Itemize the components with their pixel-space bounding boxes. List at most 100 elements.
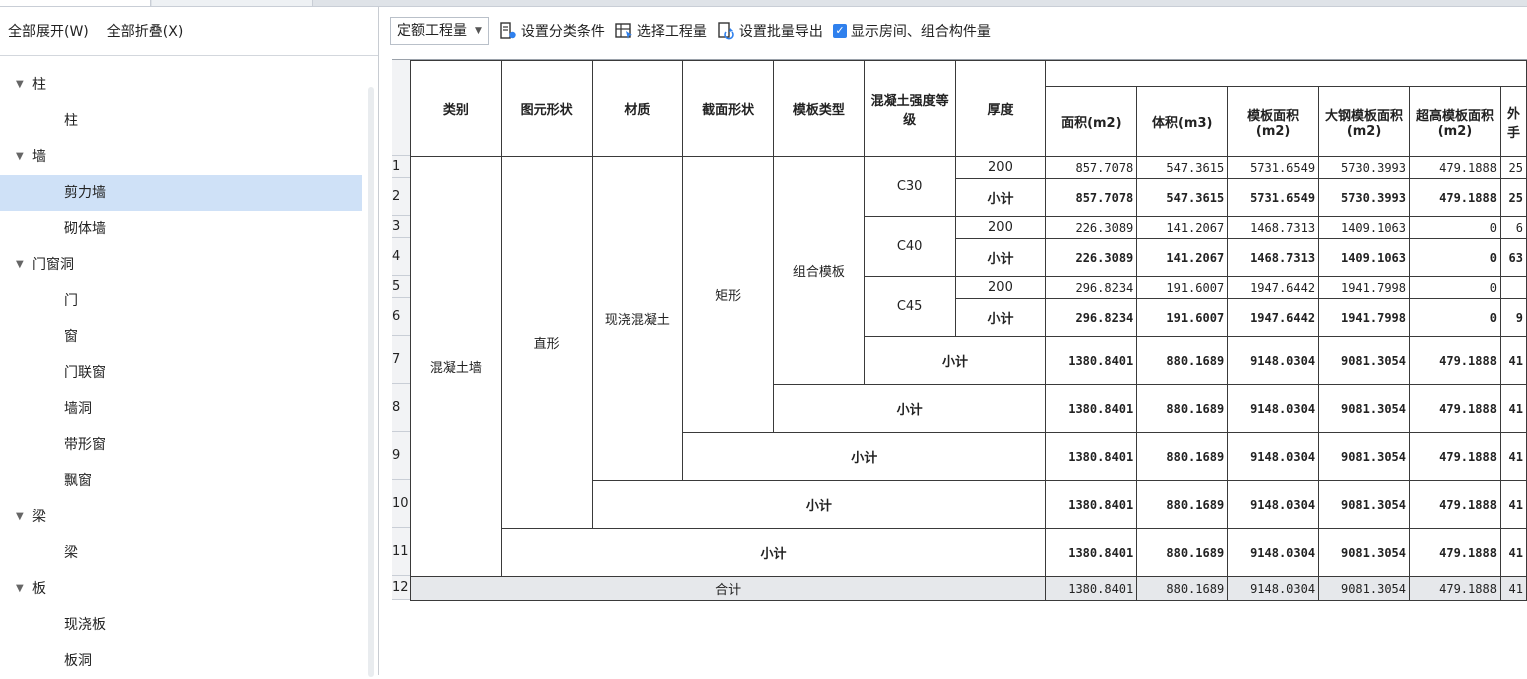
row-number[interactable]: 5 bbox=[392, 276, 411, 298]
table-cell[interactable]: 1941.7998 bbox=[1318, 276, 1411, 299]
table-row[interactable]: 混凝土墙 直形 现浇混凝土 矩形 组合模板 C30 200 857.7078 547.3615 5… bbox=[410, 156, 1527, 577]
table-cell[interactable]: 479.1888 bbox=[1409, 178, 1501, 217]
table-cell[interactable]: 9081.3054 bbox=[1318, 384, 1411, 433]
collapse-arrow-icon[interactable]: ▼ bbox=[16, 571, 24, 607]
table-cell[interactable]: 0 bbox=[1409, 298, 1501, 337]
table-cell[interactable]: 191.6007 bbox=[1136, 298, 1229, 337]
row-number[interactable]: 9 bbox=[392, 432, 411, 480]
tree-group[interactable]: ▼ 梁 bbox=[0, 499, 368, 535]
tree-item[interactable]: 剪力墙 bbox=[0, 175, 362, 211]
thickness-cell[interactable]: 200 bbox=[954, 216, 1047, 239]
table-cell[interactable]: 9148.0304 bbox=[1227, 480, 1320, 529]
tree-item[interactable]: 梁 bbox=[0, 535, 368, 571]
table-cell[interactable]: 226.3089 bbox=[1045, 216, 1138, 239]
table-cell[interactable]: 857.7078 bbox=[1045, 156, 1138, 179]
table-cell[interactable]: 857.7078 bbox=[1045, 178, 1138, 217]
subtotal-label[interactable]: 小计 bbox=[682, 432, 1047, 481]
table-cell[interactable]: 9081.3054 bbox=[1318, 576, 1411, 601]
table-cell[interactable]: 479.1888 bbox=[1409, 480, 1501, 529]
tree-item[interactable]: 墙洞 bbox=[0, 391, 368, 427]
subtotal-row[interactable]: 小计 1380.8401 880.1689 9148.0304 9081.3054 479… bbox=[411, 528, 1527, 577]
grade-cell[interactable]: C40 bbox=[863, 216, 956, 277]
column-header-section[interactable]: 截面形状 bbox=[682, 60, 774, 157]
grade-cell[interactable]: C30 bbox=[863, 156, 956, 217]
column-header-steel_form[interactable]: 大钢模板面积(m2) bbox=[1318, 86, 1411, 157]
table-cell[interactable]: 1468.7313 bbox=[1227, 216, 1320, 239]
table-cell[interactable]: 5730.3993 bbox=[1318, 156, 1411, 179]
table-cell[interactable]: 880.1689 bbox=[1136, 432, 1229, 481]
table-cell[interactable]: 9148.0304 bbox=[1227, 432, 1320, 481]
grand-total-label[interactable]: 合计 bbox=[409, 576, 1047, 601]
collapse-arrow-icon[interactable]: ▼ bbox=[16, 67, 24, 103]
table-cell[interactable]: 479.1888 bbox=[1409, 384, 1501, 433]
table-cell[interactable]: 9148.0304 bbox=[1227, 384, 1320, 433]
row-number[interactable]: 6 bbox=[392, 298, 411, 336]
table-cell[interactable]: 1468.7313 bbox=[1227, 238, 1320, 277]
subtotal-label[interactable]: 小计 bbox=[863, 336, 1047, 385]
category-cell[interactable]: 混凝土墙 bbox=[410, 156, 502, 577]
table-cell[interactable]: 41 bbox=[1499, 336, 1527, 385]
table-cell[interactable]: 479.1888 bbox=[1409, 156, 1501, 179]
thickness-cell[interactable]: 200 bbox=[954, 276, 1047, 299]
table-cell[interactable]: 25 bbox=[1499, 156, 1527, 179]
subtotal-label[interactable]: 小计 bbox=[591, 480, 1047, 529]
tree-item[interactable]: 带形窗 bbox=[0, 427, 368, 463]
table-cell[interactable]: 479.1888 bbox=[1409, 528, 1501, 577]
table-cell[interactable]: 5730.3993 bbox=[1318, 178, 1411, 217]
row-number[interactable]: 2 bbox=[392, 178, 411, 216]
subtotal-label[interactable]: 小计 bbox=[500, 528, 1047, 577]
row-number[interactable]: 10 bbox=[392, 480, 411, 528]
tree-item[interactable]: 门联窗 bbox=[0, 355, 368, 391]
table-cell[interactable]: 547.3615 bbox=[1136, 156, 1229, 179]
subtotal-label[interactable]: 小计 bbox=[954, 238, 1047, 277]
row-number[interactable]: 11 bbox=[392, 528, 411, 576]
tree-scrollbar[interactable] bbox=[368, 87, 374, 677]
document-tab[interactable] bbox=[152, 0, 313, 6]
grand-total-row[interactable]: 合计 1380.8401 880.1689 9148.0304 9081.3054 479… bbox=[409, 576, 1527, 601]
table-cell[interactable]: 9148.0304 bbox=[1227, 528, 1320, 577]
column-header-category[interactable]: 类别 bbox=[410, 60, 502, 157]
table-cell[interactable]: 63 bbox=[1499, 238, 1527, 277]
table-cell[interactable]: 296.8234 bbox=[1045, 276, 1138, 299]
column-header-ext[interactable]: 外手 bbox=[1499, 86, 1527, 157]
expand-all-button[interactable]: 全部展开(W) bbox=[8, 21, 89, 41]
tree-item[interactable]: 砌体墙 bbox=[0, 211, 368, 247]
column-header-volume[interactable]: 体积(m3) bbox=[1136, 86, 1229, 157]
table-cell[interactable]: 479.1888 bbox=[1409, 336, 1501, 385]
tree-group[interactable]: ▼ 板 bbox=[0, 571, 368, 607]
tree-group[interactable]: ▼ 门窗洞 bbox=[0, 247, 368, 283]
subtotal-label[interactable]: 小计 bbox=[772, 384, 1047, 433]
subtotal-label[interactable]: 小计 bbox=[954, 178, 1047, 217]
document-tab-active[interactable] bbox=[0, 0, 151, 6]
table-cell[interactable]: 1947.6442 bbox=[1227, 298, 1320, 337]
table-cell[interactable]: 41 bbox=[1499, 384, 1527, 433]
table-cell[interactable]: 479.1888 bbox=[1409, 576, 1501, 601]
table-cell[interactable]: 1380.8401 bbox=[1045, 384, 1138, 433]
tree-group[interactable]: ▼ 墙 bbox=[0, 139, 368, 175]
batch-export-button[interactable]: 设置批量导出 bbox=[717, 21, 823, 41]
table-cell[interactable]: 9081.3054 bbox=[1318, 336, 1411, 385]
table-cell[interactable]: 9148.0304 bbox=[1227, 576, 1320, 601]
table-cell[interactable]: 41 bbox=[1499, 432, 1527, 481]
table-cell[interactable]: 880.1689 bbox=[1136, 384, 1229, 433]
row-number[interactable]: 12 bbox=[392, 576, 411, 600]
column-header-formwork[interactable]: 模板类型 bbox=[773, 60, 865, 157]
table-cell[interactable]: 9148.0304 bbox=[1227, 336, 1320, 385]
row-number[interactable]: 7 bbox=[392, 336, 411, 384]
shape-cell[interactable]: 直形 bbox=[500, 156, 593, 529]
row-number[interactable]: 8 bbox=[392, 384, 411, 432]
table-cell[interactable]: 9081.3054 bbox=[1318, 480, 1411, 529]
collapse-arrow-icon[interactable]: ▼ bbox=[16, 499, 24, 535]
row-number[interactable]: 3 bbox=[392, 216, 411, 238]
table-cell[interactable]: 1380.8401 bbox=[1045, 432, 1138, 481]
table-cell[interactable]: 5731.6549 bbox=[1227, 156, 1320, 179]
column-header-form_area[interactable]: 模板面积(m2) bbox=[1227, 86, 1320, 157]
quantity-type-dropdown[interactable]: 定额工程量 ▼ bbox=[390, 17, 489, 45]
table-cell[interactable] bbox=[1499, 276, 1527, 299]
table-cell[interactable]: 1409.1063 bbox=[1318, 216, 1411, 239]
table-cell[interactable]: 1380.8401 bbox=[1045, 336, 1138, 385]
table-cell[interactable]: 1380.8401 bbox=[1045, 480, 1138, 529]
table-cell[interactable]: 6 bbox=[1499, 216, 1527, 239]
tree-item[interactable]: 现浇板 bbox=[0, 607, 368, 643]
grade-cell[interactable]: C45 bbox=[863, 276, 956, 337]
